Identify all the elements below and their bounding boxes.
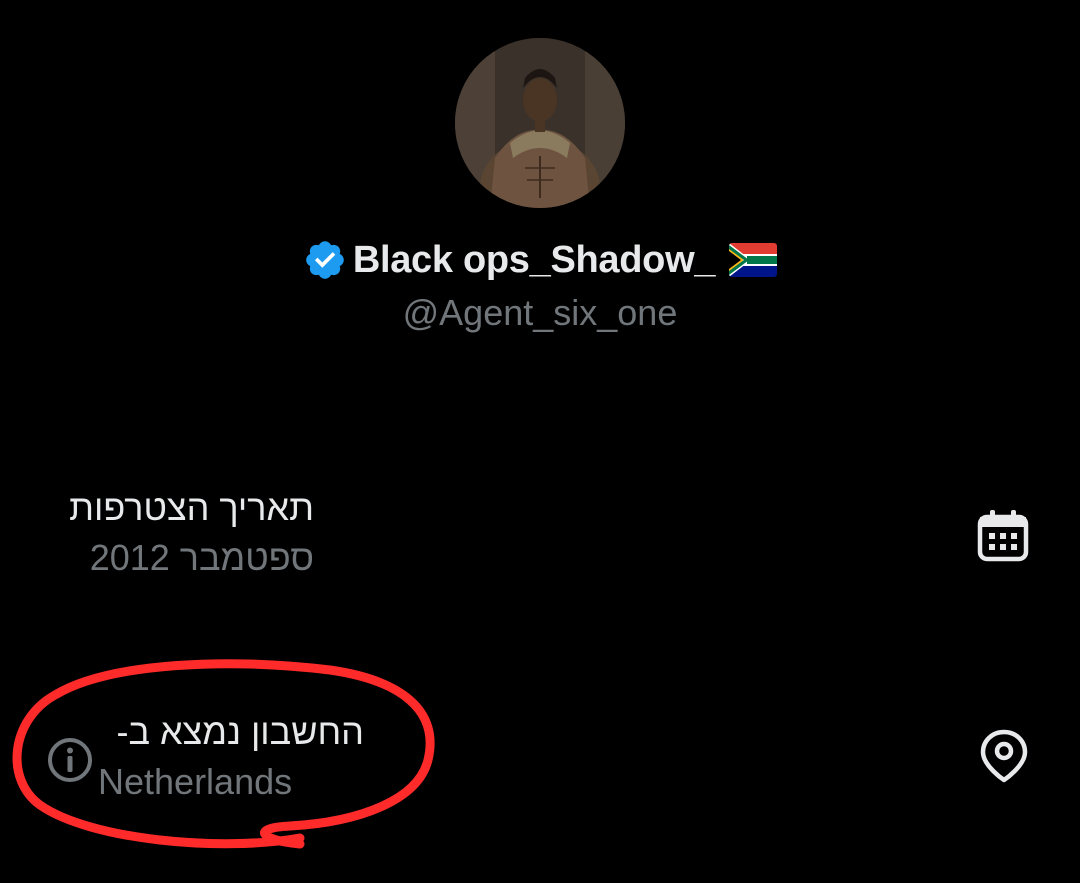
calendar-icon <box>976 508 1030 562</box>
avatar[interactable] <box>455 38 625 208</box>
avatar-image <box>455 38 625 208</box>
profile-handle: @Agent_six_one <box>402 292 678 333</box>
info-icon[interactable] <box>46 736 94 784</box>
join-date-block: תאריך הצטרפות ספטמבר 2012 <box>44 484 314 584</box>
join-date-label: תאריך הצטרפות <box>69 487 314 528</box>
account-location-value: Netherlands <box>98 761 293 802</box>
south-africa-flag-icon <box>729 243 778 277</box>
account-location-label: החשבון נמצא ב- <box>116 711 364 752</box>
account-location-block: החשבון נמצא ב- Netherlands <box>98 708 368 808</box>
join-date-value: ספטמבר 2012 <box>89 537 314 578</box>
profile-name-row: Black ops_Shadow_ <box>0 232 1080 288</box>
location-pin-icon <box>978 728 1030 784</box>
display-name: Black ops_Shadow_ <box>352 238 716 281</box>
verified-badge-icon[interactable] <box>303 238 347 282</box>
